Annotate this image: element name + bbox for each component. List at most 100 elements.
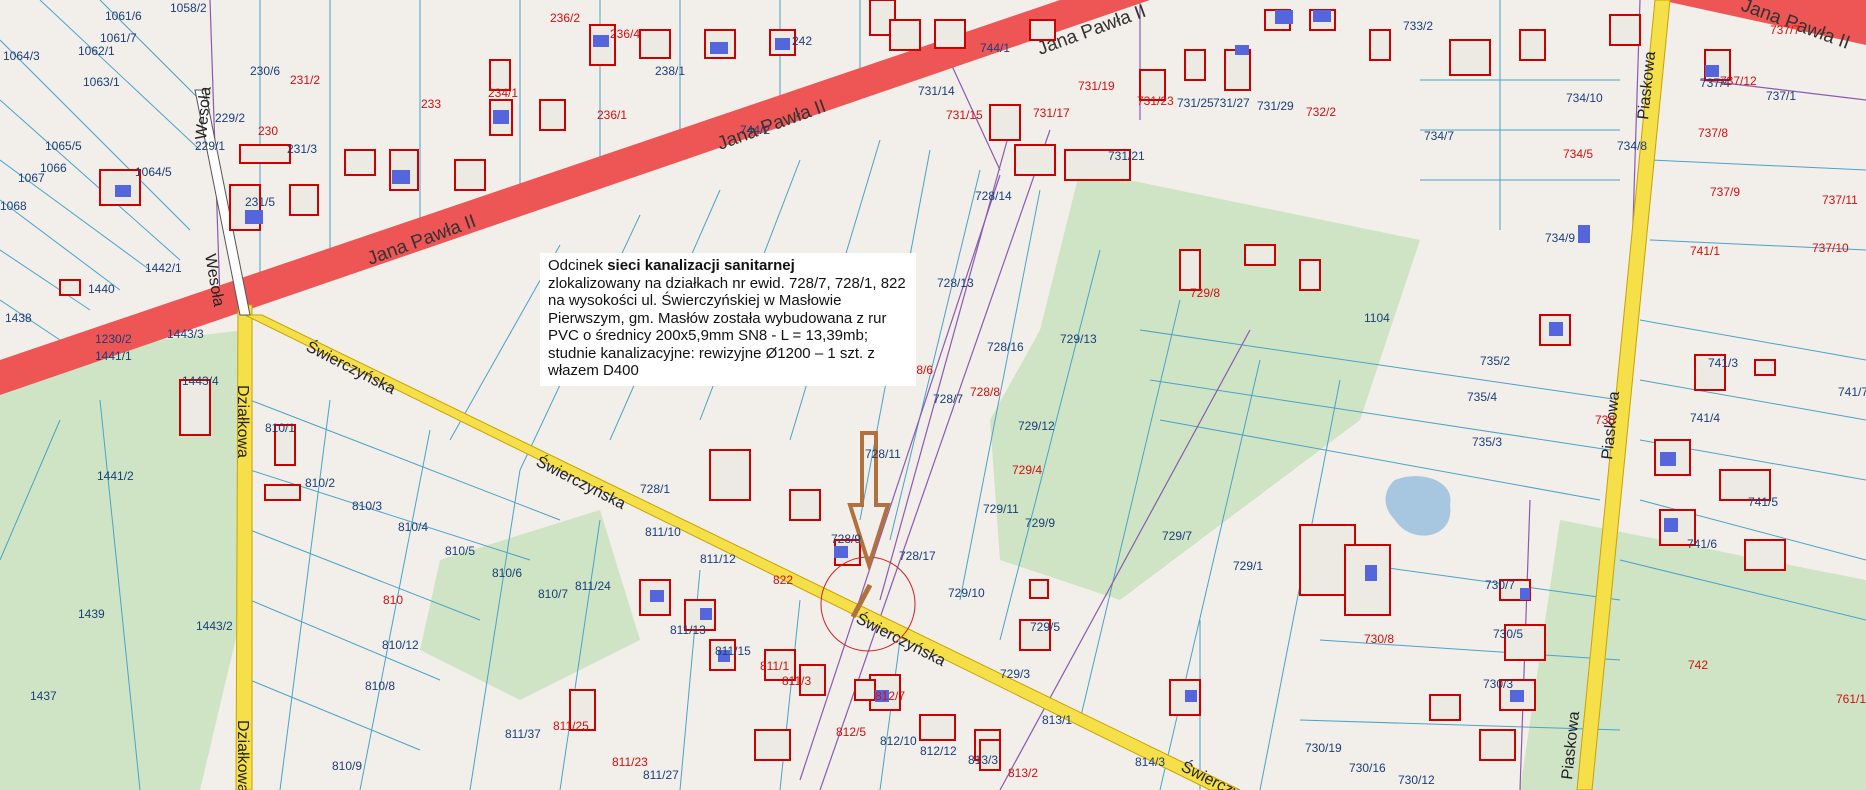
parcel-label-730-16: 730/16	[1349, 761, 1386, 775]
parcel-label-1443-2: 1443/2	[196, 619, 233, 633]
parcel-label-729-3: 729/3	[1000, 667, 1030, 681]
parcel-label-1441-2: 1441/2	[97, 469, 134, 483]
road-label-dzialkowa-1: Działkowa	[234, 385, 251, 458]
parcel-label-1438: 1438	[5, 311, 32, 325]
parcel-label-735-2: 735/2	[1480, 354, 1510, 368]
parcel-label-810-9: 810/9	[332, 759, 362, 773]
parcel-label-231-3: 231/3	[287, 142, 317, 156]
parcel-label-1061-6: 1061/6	[105, 9, 142, 23]
parcel-label-1437: 1437	[30, 689, 57, 703]
parcel-label-741-5: 741/5	[1748, 495, 1778, 509]
parcel-label-728-13: 728/13	[937, 276, 974, 290]
road-label-swierczynska-2: Świerczyńska	[533, 452, 629, 513]
parcel-label-1440: 1440	[88, 282, 115, 296]
parcel-label-728-17: 728/17	[899, 549, 936, 563]
parcel-label-1065-5: 1065/5	[45, 139, 82, 153]
parcel-label-red-737-11: 737/11	[1822, 193, 1858, 207]
parcel-label-red-761-1: 761/1	[1836, 692, 1866, 706]
annotation-prefix: Odcinek	[548, 257, 608, 274]
parcel-label-red-737-12: 737/12	[1720, 74, 1757, 88]
parcel-label-731-21: 731/21	[1108, 149, 1145, 163]
parcel-label-red-811-1: 811/1	[760, 659, 789, 673]
parcel-label-810-7: 810/7	[538, 587, 568, 601]
parcel-label-1443-3: 1443/3	[167, 327, 204, 341]
parcel-label-229-2: 229/2	[215, 111, 245, 125]
parcel-label-red-812-7: 812/7	[875, 689, 905, 703]
road-label-swierczynska-4: Świerczyńska	[1178, 757, 1274, 790]
parcel-label-red-729-4: 729/4	[1012, 463, 1042, 477]
parcel-label-728-1: 728/1	[640, 482, 670, 496]
road-label-dzialkowa-2: Działkowa	[234, 720, 251, 790]
parcel-label-1443-4: 1443/4	[182, 374, 219, 388]
parcel-label-red-812-5: 812/5	[836, 725, 866, 739]
parcel-label-731-14: 731/14	[918, 84, 955, 98]
parcel-label-red-729-8: 729/8	[1190, 286, 1220, 300]
parcel-label-811-27: 811/27	[643, 768, 679, 782]
parcel-label-731-25: 731/25	[1177, 96, 1214, 110]
parcel-label-red-737-9: 737/9	[1710, 185, 1740, 199]
parcel-label-729-5: 729/5	[1030, 620, 1060, 634]
parcel-label-810-5: 810/5	[445, 544, 475, 558]
parcel-label-red-230: 230	[258, 124, 278, 138]
parcel-label-810-6: 810/6	[492, 566, 522, 580]
parcel-label-811-12: 811/12	[700, 552, 736, 566]
parcel-label-734-7: 734/7	[1424, 129, 1454, 143]
parcel-label-728-7: 728/7	[933, 392, 963, 406]
parcel-label-red-810: 810	[383, 593, 403, 607]
parcel-label-1061-7: 1061/7	[100, 31, 137, 45]
parcel-label-812-12: 812/12	[920, 744, 957, 758]
annotation-body: zlokalizowany na działkach nr ewid. 728/…	[548, 274, 906, 380]
parcel-label-731-29: 731/29	[1257, 99, 1294, 113]
parcel-label-1064-5: 1064/5	[135, 165, 172, 179]
parcel-label-811-10: 811/10	[645, 525, 681, 539]
parcel-label-811-13: 811/13	[670, 623, 706, 637]
annotation-box: Odcinek sieci kanalizacji sanitarnej zlo…	[540, 253, 916, 386]
parcel-label-729-10: 729/10	[948, 586, 985, 600]
parcel-label-1442-1: 1442/1	[145, 261, 182, 275]
parcel-label-812-10: 812/10	[880, 734, 917, 748]
parcel-label-red-728-8: 728/8	[970, 385, 1000, 399]
parcel-label-red-737-7: 737/7	[1770, 23, 1800, 37]
parcel-label-red-813-2: 813/2	[1008, 766, 1038, 780]
parcel-label-728-9: 728/9	[831, 532, 861, 546]
parcel-label-734-9: 734/9	[1545, 231, 1575, 245]
parcel-label-810-12: 810/12	[382, 638, 419, 652]
parcel-label-1068: 1068	[0, 199, 27, 213]
parcel-label-810-3: 810/3	[352, 499, 382, 513]
parcel-label-1058-2: 1058/2	[170, 1, 207, 15]
cadastral-map[interactable]: Jana Pawła II Jana Pawła II Jana Pawła I…	[0, 0, 1866, 790]
pond	[1385, 476, 1451, 536]
parcel-label-1064-3: 1064/3	[3, 49, 40, 63]
parcel-label-729-9: 729/9	[1025, 516, 1055, 530]
parcel-label-red-741-1: 741/1	[1690, 244, 1720, 258]
parcel-label-741-3: 741/3	[1708, 356, 1738, 370]
parcel-label-1439: 1439	[78, 607, 105, 621]
parcel-label-734-8: 734/8	[1617, 139, 1647, 153]
parcel-label-red-236-2: 236/2	[550, 11, 580, 25]
parcel-label-729-12: 729/12	[1018, 419, 1055, 433]
parcel-label-810-1: 810/1	[265, 421, 295, 435]
parcel-label-229-1: 229/1	[195, 139, 225, 153]
annotation-bold: sieci kanalizacji sanitarnej	[607, 257, 795, 274]
parcel-label-red-811-25: 811/25	[553, 719, 589, 733]
parcel-label-729-1: 729/1	[1233, 559, 1263, 573]
parcel-label-red-233: 233	[421, 97, 441, 111]
parcel-label-729-13: 729/13	[1060, 332, 1097, 346]
parcel-label-red-811-3: 811/3	[782, 674, 811, 688]
map-canvas: Jana Pawła II Jana Pawła II Jana Pawła I…	[0, 0, 1866, 790]
parcel-label-741-4: 741/4	[1690, 411, 1720, 425]
parcel-label-231-5: 231/5	[245, 195, 275, 209]
parcel-label-red-742: 742	[1688, 658, 1708, 672]
parcel-label-730-5: 730/5	[1493, 627, 1523, 641]
parcel-label-red-234-1: 234/1	[488, 86, 518, 100]
parcel-label-red-811-23: 811/23	[612, 755, 648, 769]
parcel-label-red-732-2: 732/2	[1306, 105, 1336, 119]
parcel-label-741-7: 741/7	[1838, 385, 1866, 399]
parcel-label-1063-1: 1063/1	[83, 75, 120, 89]
parcel-label-red-731-23: 731/23	[1137, 94, 1174, 108]
parcel-label-red-731-17: 731/17	[1033, 106, 1070, 120]
parcel-label-729-7: 729/7	[1162, 529, 1192, 543]
road-label-swierczynska-3: Świerczyńska	[853, 609, 949, 670]
parcel-label-730-7: 730/7	[1485, 578, 1515, 592]
parcel-label-811-37: 811/37	[505, 727, 541, 741]
